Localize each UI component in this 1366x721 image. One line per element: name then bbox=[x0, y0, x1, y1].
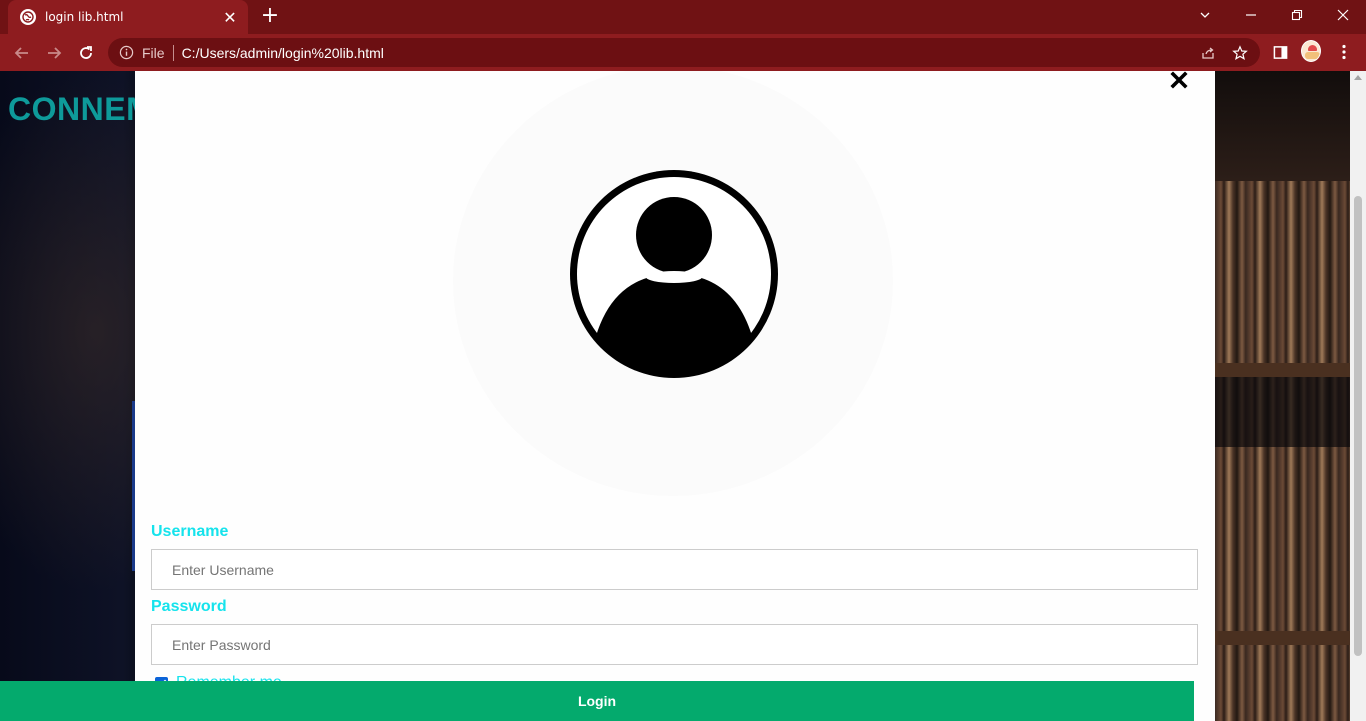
address-url[interactable]: C:/Users/admin/login%20lib.html bbox=[182, 45, 384, 61]
password-label: Password bbox=[151, 598, 227, 615]
share-icon[interactable] bbox=[1199, 44, 1217, 62]
side-panel-icon[interactable] bbox=[1270, 42, 1290, 62]
login-modal: Username Password Remember me bbox=[135, 71, 1215, 721]
tab-close-icon[interactable]: ✕ bbox=[222, 8, 238, 27]
window-close-icon[interactable] bbox=[1320, 0, 1366, 30]
site-title: CONNEM bbox=[8, 91, 154, 127]
shelf-board bbox=[1215, 631, 1350, 645]
shelf-board bbox=[1215, 363, 1350, 377]
profile-avatar-icon[interactable] bbox=[1301, 40, 1321, 62]
globe-icon bbox=[20, 9, 36, 25]
username-label: Username bbox=[151, 523, 229, 540]
page-scrollbar[interactable] bbox=[1350, 71, 1366, 721]
bookmark-star-icon[interactable] bbox=[1231, 44, 1249, 62]
username-input[interactable] bbox=[151, 549, 1198, 590]
reload-icon[interactable] bbox=[73, 40, 99, 66]
back-arrow-icon[interactable] bbox=[9, 40, 35, 66]
page-viewport: CONNEM Username Password Remember me Lo bbox=[0, 71, 1366, 721]
tab-title: login lib.html bbox=[45, 10, 124, 24]
close-modal-icon[interactable] bbox=[1168, 71, 1190, 91]
scroll-up-arrow-icon[interactable] bbox=[1354, 75, 1362, 80]
avatar-icon bbox=[570, 170, 778, 378]
tab-search-chevron-icon[interactable] bbox=[1182, 0, 1228, 30]
scheme-label: File bbox=[142, 44, 165, 61]
forward-arrow-icon[interactable] bbox=[41, 40, 67, 66]
new-tab-button[interactable]: + bbox=[258, 5, 282, 29]
scroll-thumb[interactable] bbox=[1354, 196, 1362, 656]
browser-toolbar: File C:/Users/admin/login%20lib.html bbox=[0, 34, 1366, 71]
menu-dots-icon[interactable] bbox=[1334, 42, 1354, 62]
shelf-shadow bbox=[1215, 377, 1350, 447]
address-bar[interactable]: File C:/Users/admin/login%20lib.html bbox=[108, 38, 1260, 67]
browser-tab-strip: login lib.html ✕ + bbox=[0, 0, 1366, 34]
address-separator bbox=[172, 44, 174, 61]
minimize-icon[interactable] bbox=[1228, 0, 1274, 30]
restore-icon[interactable] bbox=[1274, 0, 1320, 30]
login-button[interactable]: Login bbox=[0, 681, 1194, 721]
info-icon[interactable] bbox=[118, 45, 134, 61]
password-input[interactable] bbox=[151, 624, 1198, 665]
browser-tab[interactable]: login lib.html ✕ bbox=[8, 0, 248, 34]
